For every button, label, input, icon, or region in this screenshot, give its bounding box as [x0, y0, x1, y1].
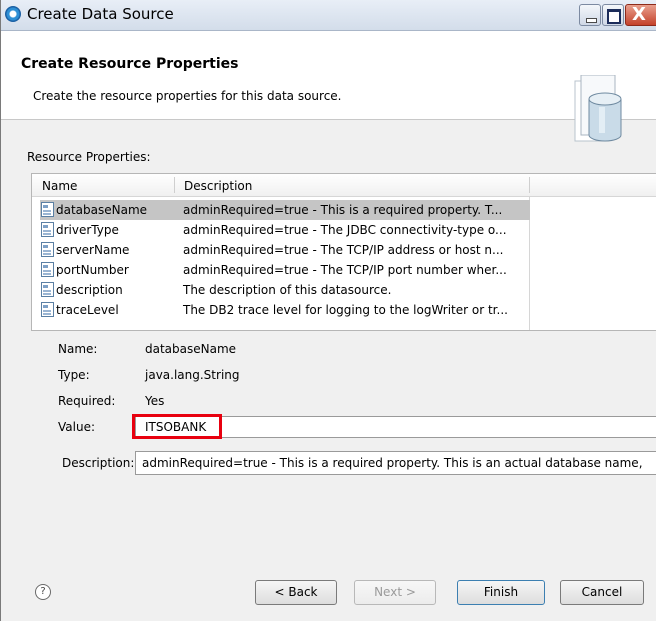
type-value: java.lang.String [145, 368, 240, 382]
property-name: serverName [56, 243, 130, 257]
property-description: adminRequired=true - The TCP/IP port num… [183, 263, 507, 277]
page-title: Create Resource Properties [21, 56, 239, 72]
maximize-button[interactable] [602, 4, 624, 26]
property-name: driverType [56, 223, 119, 237]
value-label: Value: [58, 420, 95, 434]
required-label: Required: [58, 394, 116, 408]
table-row-driverType[interactable]: driverType adminRequired=true - The JDBC… [32, 220, 656, 240]
minimize-icon [586, 18, 597, 23]
description-field-text: adminRequired=true - This is a required … [142, 456, 643, 470]
property-description: The DB2 trace level for logging to the l… [183, 303, 508, 317]
back-button[interactable]: < Back [255, 580, 337, 605]
highlight-annotation [132, 414, 222, 439]
resource-properties-label: Resource Properties: [27, 150, 151, 164]
window-title: Create Data Source [27, 5, 174, 23]
property-icon [41, 282, 54, 297]
help-icon[interactable]: ? [35, 584, 51, 600]
wizard-header: Create Resource Properties Create the re… [1, 31, 656, 142]
property-description: adminRequired=true - This is a required … [178, 200, 530, 220]
property-icon [41, 302, 54, 317]
property-icon [41, 222, 54, 237]
table-header: Name Description [32, 174, 656, 197]
property-description: adminRequired=true - The JDBC connectivi… [183, 223, 507, 237]
minimize-button[interactable] [579, 4, 601, 26]
table-row-description[interactable]: description The description of this data… [32, 280, 656, 300]
property-name: traceLevel [56, 303, 119, 317]
column-divider[interactable] [529, 177, 530, 193]
table-row-databaseName[interactable]: databaseName adminRequired=true - This i… [32, 200, 656, 220]
close-button[interactable]: X [625, 4, 656, 26]
column-header-name[interactable]: Name [42, 179, 77, 193]
property-name: description [56, 283, 123, 297]
property-icon [41, 262, 54, 277]
name-label: Name: [58, 342, 98, 356]
database-icon [574, 75, 622, 142]
description-field[interactable]: adminRequired=true - This is a required … [135, 451, 656, 475]
table-row-traceLevel[interactable]: traceLevel The DB2 trace level for loggi… [32, 300, 656, 320]
column-divider[interactable] [174, 177, 175, 193]
property-description: adminRequired=true - The TCP/IP address … [183, 243, 504, 257]
cancel-button[interactable]: Cancel [560, 580, 644, 605]
eclipse-app-icon [5, 6, 21, 22]
table-row-portNumber[interactable]: portNumber adminRequired=true - The TCP/… [32, 260, 656, 280]
maximize-icon [607, 9, 621, 24]
close-icon: X [632, 4, 646, 25]
property-name: portNumber [56, 263, 129, 277]
finish-button[interactable]: Finish [457, 580, 545, 605]
next-button[interactable]: Next > [354, 580, 436, 605]
property-name: databaseName [56, 203, 148, 217]
description-label: Description: [62, 456, 135, 470]
name-value: databaseName [145, 342, 237, 356]
property-icon [41, 242, 54, 257]
type-label: Type: [58, 368, 90, 382]
property-icon [41, 202, 54, 217]
resource-properties-table[interactable]: Name Description databaseName adminRequi… [31, 173, 656, 331]
property-description: The description of this datasource. [183, 283, 392, 297]
page-description: Create the resource properties for this … [33, 89, 342, 103]
title-bar[interactable]: Create Data Source X [1, 0, 656, 31]
column-header-description[interactable]: Description [184, 179, 252, 193]
table-row-serverName[interactable]: serverName adminRequired=true - The TCP/… [32, 240, 656, 260]
required-value: Yes [145, 394, 165, 408]
create-data-source-window: Create Data Source X Create Resource Pro… [0, 0, 656, 621]
